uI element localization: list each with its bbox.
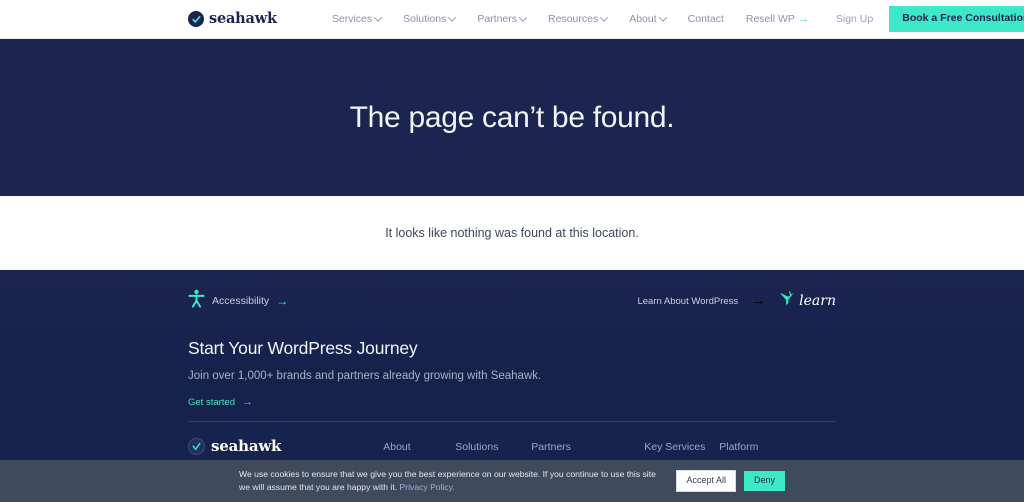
wordpress-learn-bird-icon	[778, 290, 796, 312]
nav-item-services[interactable]: Services	[321, 13, 392, 25]
get-started-link[interactable]: Get started →	[188, 396, 253, 408]
brand-name-footer: seahawk	[211, 437, 282, 455]
hero-section: The page can’t be found.	[0, 39, 1024, 196]
footer-top-row: Accessibility → Learn About WordPress →	[188, 270, 836, 314]
learn-label: Learn About WordPress	[637, 295, 739, 307]
nav-item-contact[interactable]: Contact	[677, 13, 735, 25]
nav-item-resources[interactable]: Resources	[537, 13, 618, 25]
accessibility-person-icon	[188, 289, 205, 313]
brand-logo-header[interactable]: seahawk	[188, 11, 277, 27]
book-consultation-button[interactable]: Book a Free Consultation	[889, 6, 1024, 32]
cookie-actions: Accept All Deny	[676, 470, 785, 492]
brand-logo-footer[interactable]: seahawk	[188, 438, 281, 455]
footer-links: About Solutions Partners Key Services Pl…	[383, 441, 758, 453]
footer-cta-subtext: Join over 1,000+ brands and partners alr…	[188, 370, 542, 382]
accessibility-label: Accessibility	[212, 295, 270, 307]
nav-label: About	[629, 13, 657, 25]
learn-wordpress-block[interactable]: Learn About WordPress → learn	[637, 290, 836, 312]
main-content: It looks like nothing was found at this …	[0, 196, 1024, 270]
nav-label: Solutions	[403, 13, 447, 25]
check-circle-icon	[188, 11, 204, 27]
nav-label: Contact	[687, 13, 724, 25]
nav-label: Resources	[548, 13, 599, 25]
nav-item-resell-wp[interactable]: Resell WP →	[735, 13, 820, 25]
brand-name-header: seahawk	[209, 9, 277, 27]
footer-link-partners[interactable]: Partners	[531, 441, 644, 453]
nav-item-solutions[interactable]: Solutions	[392, 13, 466, 25]
chevron-down-icon	[658, 13, 667, 22]
nav-label: Services	[331, 13, 373, 25]
arrow-right-icon: →	[242, 396, 253, 408]
page-root: seahawk Services Solutions Partners Reso…	[0, 0, 1024, 502]
footer-divider	[188, 421, 836, 422]
nav-item-partners[interactable]: Partners	[466, 13, 537, 25]
nav-label: Resell WP	[745, 13, 795, 25]
footer-link-platform[interactable]: Platform	[719, 441, 758, 453]
footer-bottom-row: seahawk About Solutions Partners Key Ser…	[188, 438, 836, 455]
footer-link-key-services[interactable]: Key Services	[644, 441, 719, 453]
get-started-label: Get started	[188, 396, 235, 408]
nav-label: Partners	[477, 13, 518, 25]
chevron-down-icon	[518, 13, 528, 22]
main-nav: Services Solutions Partners Resources Ab…	[321, 13, 820, 25]
footer-cta-heading: Start Your WordPress Journey	[188, 338, 418, 358]
arrow-right-icon: →	[750, 292, 767, 309]
header-inner: seahawk Services Solutions Partners Reso…	[0, 0, 1024, 39]
accessibility-link[interactable]: Accessibility →	[188, 289, 288, 313]
accept-all-button[interactable]: Accept All	[676, 470, 736, 492]
not-found-message: It looks like nothing was found at this …	[385, 226, 639, 240]
cookie-message: We use cookies to ensure that we give yo…	[239, 468, 659, 495]
deny-button[interactable]: Deny	[743, 471, 785, 491]
page-title: The page can’t be found.	[349, 100, 675, 134]
chevron-down-icon	[373, 13, 383, 22]
privacy-policy-link[interactable]: Privacy Policy.	[400, 482, 455, 492]
header-actions: Sign Up Book a Free Consultation	[820, 6, 1024, 32]
cookie-text-line2: will assume that you are happy with it.	[252, 482, 398, 492]
footer-link-about[interactable]: About	[383, 441, 455, 453]
check-circle-icon	[188, 438, 205, 455]
nav-item-about[interactable]: About	[618, 13, 676, 25]
footer-link-solutions[interactable]: Solutions	[455, 441, 531, 453]
cookie-consent-banner: We use cookies to ensure that we give yo…	[0, 460, 1024, 502]
site-header: seahawk Services Solutions Partners Reso…	[0, 0, 1024, 39]
arrow-right-icon: →	[276, 294, 289, 308]
chevron-down-icon	[448, 13, 457, 22]
sign-up-link[interactable]: Sign Up	[820, 13, 889, 25]
learn-wordmark: learn	[799, 293, 836, 309]
learn-logo: learn	[778, 290, 836, 312]
arrow-right-icon: →	[797, 12, 809, 25]
chevron-down-icon	[599, 13, 609, 22]
